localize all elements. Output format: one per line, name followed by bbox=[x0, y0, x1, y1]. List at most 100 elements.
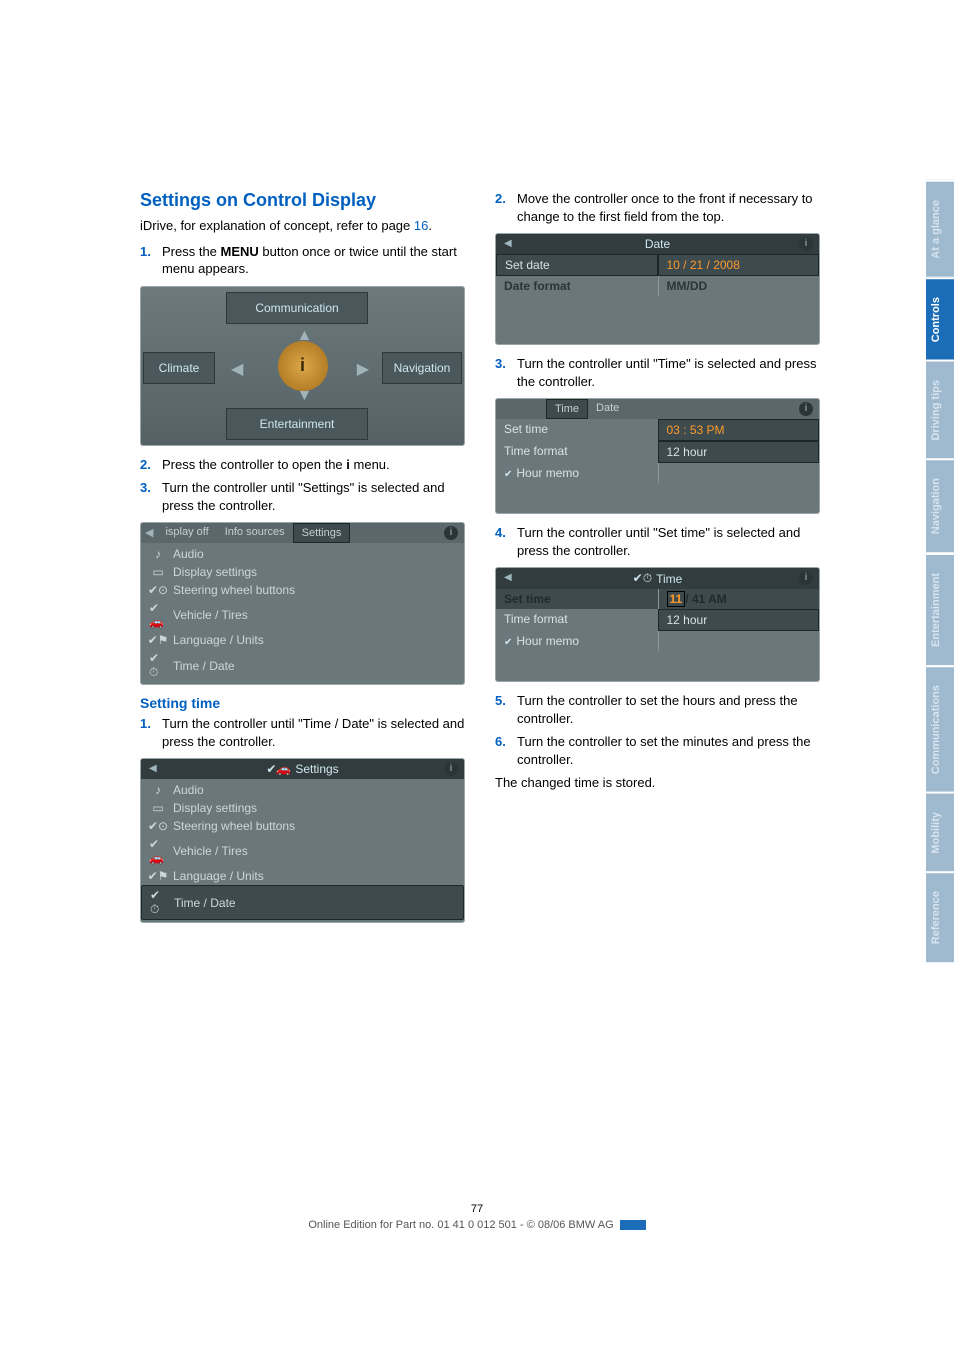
menu-button-label: MENU bbox=[221, 244, 259, 259]
list-label: Steering wheel buttons bbox=[173, 819, 295, 833]
right-step-6: 6. Turn the controller to set the minute… bbox=[495, 733, 820, 768]
minutes-ampm: / 41 AM bbox=[685, 592, 727, 606]
step-number: 2. bbox=[140, 456, 151, 474]
intro-suffix: . bbox=[428, 218, 432, 233]
list-label: Display settings bbox=[173, 565, 257, 579]
footer-bar-icon bbox=[620, 1220, 646, 1230]
screenshot-set-time: ◀ ✔⏱Time ▶ i Set time 11/ 41 AM Time for… bbox=[495, 567, 820, 682]
info-icon: i bbox=[799, 237, 813, 251]
side-thumb-tabs: At a glance Controls Driving tips Naviga… bbox=[926, 180, 954, 963]
step-number: 3. bbox=[140, 479, 151, 497]
audio-icon: ♪ bbox=[149, 547, 167, 561]
list-item: ✔⚑Language / Units bbox=[141, 631, 464, 649]
step2-prefix: Press the controller to open the bbox=[162, 457, 346, 472]
display-icon: ▭ bbox=[149, 801, 167, 815]
list-item: ✔🚗 Vehicle / Tires bbox=[141, 599, 464, 631]
step-number: 3. bbox=[495, 355, 506, 373]
screenshot-start-menu: Communication Climate Navigation Enterta… bbox=[140, 286, 465, 446]
r-step2-text: Move the controller once to the front if… bbox=[517, 191, 813, 224]
row-set-time-value: 03 : 53 PM bbox=[658, 419, 820, 441]
steering-icon: ✔⊙ bbox=[149, 583, 167, 597]
thumb-communications[interactable]: Communications bbox=[926, 665, 954, 792]
vehicle-icon: ✔🚗 bbox=[149, 837, 167, 865]
left-step-3: 3. Turn the controller until "Settings" … bbox=[140, 479, 465, 514]
row-set-time-label: Set time bbox=[496, 419, 658, 441]
row-set-date-label: Set date bbox=[496, 254, 658, 276]
screenshot-settings-tabs: ◀ isplay off Info sources Settings i ♪Au… bbox=[140, 522, 465, 685]
screenshot-settings-timedate: ◀ ✔🚗Settings ▶ i ♪Audio ▭Display setting… bbox=[140, 758, 465, 923]
tab-display-off: isplay off bbox=[157, 523, 216, 543]
list-label: Display settings bbox=[173, 801, 257, 815]
triangle-left-icon: ◀ bbox=[504, 572, 512, 583]
footer-line: Online Edition for Part no. 01 41 0 012 … bbox=[308, 1219, 613, 1231]
time-title: Time bbox=[656, 572, 682, 586]
thumb-controls[interactable]: Controls bbox=[926, 277, 954, 360]
list-item: ✔⊙ Steering wheel buttons bbox=[141, 817, 464, 835]
list-item: ▭ Display settings bbox=[141, 563, 464, 581]
row-hour-memo-value bbox=[658, 463, 820, 483]
triangle-left-icon: ◀ bbox=[141, 523, 157, 543]
list-item: ♪Audio bbox=[141, 545, 464, 563]
row-date-format-value: MM/DD bbox=[658, 276, 820, 296]
thumb-reference[interactable]: Reference bbox=[926, 871, 954, 962]
list-item: ✔⚑ Language / Units bbox=[141, 867, 464, 885]
right-step-5: 5. Turn the controller to set the hours … bbox=[495, 692, 820, 727]
content-area: Settings on Control Display iDrive, for … bbox=[140, 190, 820, 933]
thumb-driving-tips[interactable]: Driving tips bbox=[926, 360, 954, 459]
step2-suffix: menu. bbox=[350, 457, 390, 472]
clock-check-icon: ✔⏱ bbox=[633, 571, 652, 586]
start-menu-communication: Communication bbox=[226, 292, 368, 324]
time-stored-note: The changed time is stored. bbox=[495, 774, 820, 792]
page-footer: 77 Online Edition for Part no. 01 41 0 0… bbox=[0, 1203, 954, 1231]
row-hour-memo-value bbox=[658, 631, 820, 651]
left-column: Settings on Control Display iDrive, for … bbox=[140, 190, 465, 933]
display-icon: ▭ bbox=[149, 565, 167, 579]
list-label: Time / Date bbox=[173, 659, 235, 673]
tab-info-sources: Info sources bbox=[217, 523, 293, 543]
list-label: Vehicle / Tires bbox=[173, 608, 248, 622]
st-step1-text: Turn the controller until "Time / Date" … bbox=[162, 716, 464, 749]
info-icon: i bbox=[799, 402, 813, 416]
intro-paragraph: iDrive, for explanation of concept, refe… bbox=[140, 217, 465, 235]
list-label: Audio bbox=[173, 783, 204, 797]
triangle-left-icon: ◀ bbox=[149, 763, 157, 774]
clock-icon: ✔⏱ bbox=[150, 888, 168, 917]
screenshot-date: ◀ Date ▶ i Set date 10 / 21 / 2008 Date … bbox=[495, 233, 820, 345]
row-date-format-label: Date format bbox=[496, 276, 658, 296]
r-step6-text: Turn the controller to set the minutes a… bbox=[517, 734, 811, 767]
right-column: 2. Move the controller once to the front… bbox=[495, 190, 820, 933]
thumb-navigation[interactable]: Navigation bbox=[926, 458, 954, 552]
step1-prefix: Press the bbox=[162, 244, 221, 259]
list-label: Language / Units bbox=[173, 869, 264, 883]
list-label: Steering wheel buttons bbox=[173, 583, 295, 597]
row-set-time-label: Set time bbox=[496, 589, 658, 609]
row-time-format-value: 12 hour bbox=[658, 441, 820, 463]
start-menu-climate: Climate bbox=[143, 352, 215, 384]
list-item: ✔⊙ Steering wheel buttons bbox=[141, 581, 464, 599]
row-set-time-value: 11/ 41 AM bbox=[658, 589, 820, 609]
row-hour-memo-label: Hour memo bbox=[496, 463, 658, 483]
step-number: 1. bbox=[140, 243, 151, 261]
info-center-icon: i bbox=[278, 341, 328, 391]
language-icon: ✔⚑ bbox=[149, 869, 167, 883]
thumb-mobility[interactable]: Mobility bbox=[926, 792, 954, 872]
settings-checkcar-icon: ✔🚗 bbox=[266, 762, 291, 776]
r-step5-text: Turn the controller to set the hours and… bbox=[517, 693, 798, 726]
step-number: 1. bbox=[140, 715, 151, 733]
steering-icon: ✔⊙ bbox=[149, 819, 167, 833]
page-link-16[interactable]: 16 bbox=[414, 218, 428, 233]
audio-icon: ♪ bbox=[149, 783, 167, 797]
list-item: ▭ Display settings bbox=[141, 799, 464, 817]
thumb-entertainment[interactable]: Entertainment bbox=[926, 553, 954, 665]
r-step4-text: Turn the controller until "Set time" is … bbox=[517, 525, 800, 558]
thumb-at-a-glance[interactable]: At a glance bbox=[926, 180, 954, 277]
step3-text: Turn the controller until "Settings" is … bbox=[162, 480, 445, 513]
right-step-3: 3. Turn the controller until "Time" is s… bbox=[495, 355, 820, 390]
list-label: Vehicle / Tires bbox=[173, 844, 248, 858]
r-step3-text: Turn the controller until "Time" is sele… bbox=[517, 356, 816, 389]
list-item: ♪ Audio bbox=[141, 781, 464, 799]
right-step-4: 4. Turn the controller until "Set time" … bbox=[495, 524, 820, 559]
vehicle-icon: ✔🚗 bbox=[149, 601, 167, 629]
list-label: Language / Units bbox=[173, 633, 264, 647]
screenshot-time-tab: Time Date i Set time 03 : 53 PM Time for… bbox=[495, 398, 820, 514]
